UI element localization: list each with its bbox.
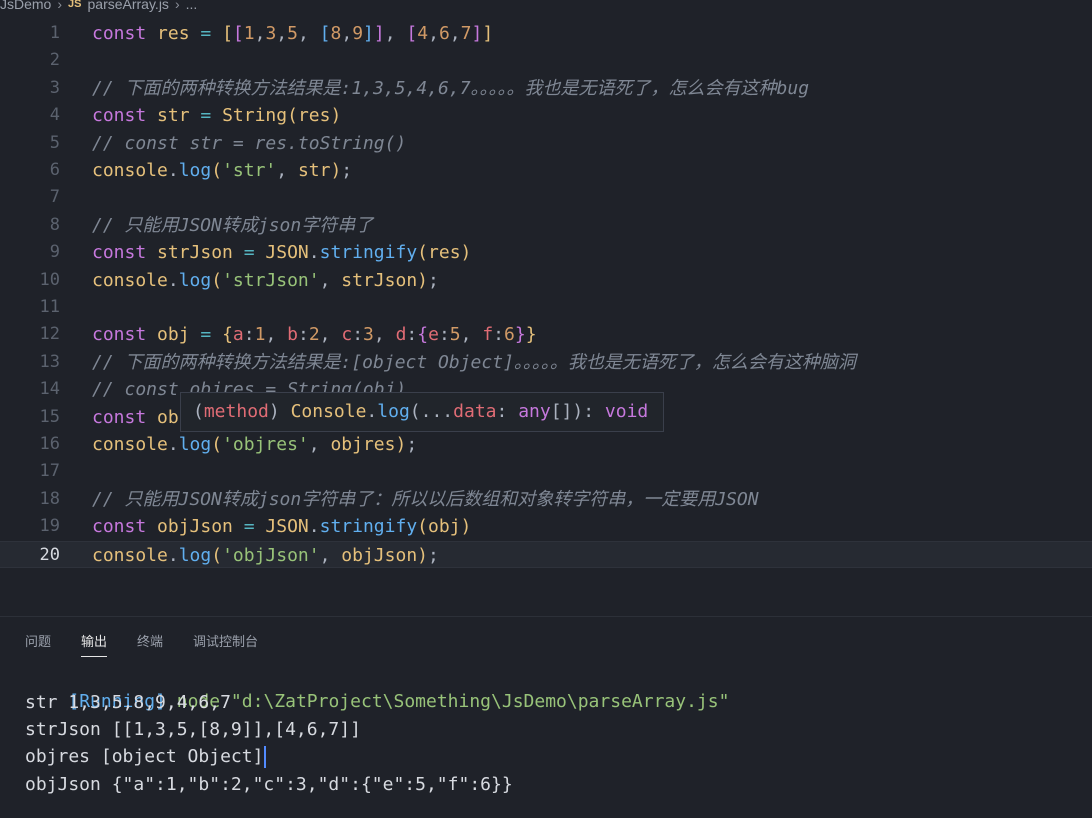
breadcrumb-folder[interactable]: JsDemo	[0, 0, 51, 12]
line-number: 9	[49, 242, 60, 263]
line-number: 3	[49, 77, 60, 98]
line-number: 8	[49, 214, 60, 235]
line-number: 12	[39, 324, 60, 345]
code-line[interactable]: 3 // 下面的两种转换方法结果是:1,3,5,4,6,7。。。。。我也是无语死了…	[0, 75, 1092, 102]
code-line[interactable]: 18 // 只能用JSON转成json字符串了：所以以后数组和对象转字符串，一定要…	[0, 486, 1092, 513]
javascript-file-icon: JS	[68, 0, 82, 10]
line-number: 15	[39, 406, 60, 427]
panel-tab[interactable]: 调试控制台	[193, 631, 258, 657]
code-text: const ob	[92, 406, 179, 428]
code-line[interactable]: 5 // const str = res.toString()	[0, 130, 1092, 157]
code-line[interactable]: 19 const objJson = JSON.stringify(obj)	[0, 513, 1092, 540]
line-number: 20	[39, 544, 60, 565]
output-line-text: objres [object Object]	[25, 746, 264, 767]
line-number: 18	[39, 488, 60, 509]
code-text: const objJson = JSON.stringify(obj)	[92, 516, 472, 538]
hover-tooltip: (method) Console.log(...data: any[]): vo…	[180, 392, 664, 432]
code-text: console.log('str', str);	[92, 160, 353, 181]
code-text: // 下面的两种转换方法结果是:1,3,5,4,6,7。。。。。我也是无语死了，…	[92, 77, 810, 99]
code-line[interactable]: 2	[0, 47, 1092, 74]
line-number: 11	[39, 297, 60, 317]
code-text: const res = [[1,3,5, [8,9]], [4,6,7]]	[92, 23, 494, 44]
text-cursor	[264, 746, 267, 768]
output-line: strJson [[1,3,5,[8,9]],[4,6,7]]	[25, 719, 361, 740]
code-line[interactable]: 20 console.log('objJson', objJson);	[0, 540, 1092, 568]
code-line[interactable]: 7	[0, 184, 1092, 211]
code-text: // 只能用JSON转成json字符串了	[92, 214, 374, 236]
code-line[interactable]: 17	[0, 458, 1092, 485]
breadcrumb: JsDemo › JS parseArray.js › ...	[0, 0, 1092, 16]
panel-tab[interactable]: 输出	[81, 631, 108, 657]
line-number: 10	[39, 269, 60, 290]
code-text: // const str = res.toString()	[92, 132, 407, 154]
line-number: 6	[49, 160, 60, 180]
chevron-right-icon: ›	[174, 0, 180, 12]
code-line[interactable]: 6 console.log('str', str);	[0, 157, 1092, 184]
code-text: const strJson = JSON.stringify(res)	[92, 242, 472, 264]
code-text: const str = String(res)	[92, 105, 342, 127]
code-text: console.log('objJson', objJson);	[92, 544, 439, 566]
line-number: 17	[39, 461, 60, 482]
code-line[interactable]: 13 // 下面的两种转换方法结果是:[object Object]。。。。。我也…	[0, 349, 1092, 376]
code-editor[interactable]: 1 const res = [[1,3,5, [8,9]], [4,6,7]] 2 3…	[0, 20, 1092, 580]
code-line[interactable]: 1 const res = [[1,3,5, [8,9]], [4,6,7]]	[0, 20, 1092, 47]
output-line: objres [object Object]	[25, 743, 267, 770]
line-number: 16	[39, 434, 60, 454]
line-number: 1	[49, 23, 60, 43]
panel-tabs: 问题 输出 终端 调试控制台	[25, 631, 288, 657]
code-line[interactable]: 16 console.log('objres', objres);	[0, 431, 1092, 458]
output-line: objJson {"a":1,"b":2,"c":3,"d":{"e":5,"f…	[25, 774, 513, 795]
line-number: 5	[49, 132, 60, 153]
panel-tab[interactable]: 终端	[137, 631, 163, 657]
line-number: 2	[49, 50, 60, 71]
code-line[interactable]: 10 console.log('strJson', strJson);	[0, 267, 1092, 294]
panel-tab[interactable]: 问题	[25, 631, 51, 657]
line-number: 14	[39, 379, 60, 400]
code-line[interactable]: 4 const str = String(res)	[0, 102, 1092, 129]
line-number: 19	[39, 516, 60, 537]
breadcrumb-file[interactable]: parseArray.js	[88, 0, 169, 12]
run-command: node "d:\ZatProject\Something\JsDemo\par…	[176, 691, 730, 712]
code-text: console.log('objres', objres);	[92, 434, 418, 455]
bottom-panel: 问题 输出 终端 调试控制台 [Running] node "d:\ZatProjec…	[0, 616, 1092, 818]
code-line[interactable]: 8 // 只能用JSON转成json字符串了	[0, 212, 1092, 239]
code-text: const obj = {a:1, b:2, c:3, d:{e:5, f:6}…	[92, 324, 537, 346]
code-text: // 只能用JSON转成json字符串了：所以以后数组和对象转字符串，一定要用J…	[92, 488, 759, 510]
output-line: str 1,3,5,8,9,4,6,7	[25, 692, 231, 713]
line-number: 13	[39, 351, 60, 372]
line-number: 4	[49, 105, 60, 126]
line-number: 7	[49, 187, 60, 208]
breadcrumb-symbols[interactable]: ...	[186, 0, 198, 12]
code-text: console.log('strJson', strJson);	[92, 269, 439, 291]
code-text: // 下面的两种转换方法结果是:[object Object]。。。。。我也是无…	[92, 351, 856, 373]
code-line[interactable]: 12 const obj = {a:1, b:2, c:3, d:{e:5, f:…	[0, 321, 1092, 348]
chevron-right-icon: ›	[57, 0, 63, 12]
code-line[interactable]: 11	[0, 294, 1092, 321]
code-line[interactable]: 9 const strJson = JSON.stringify(res)	[0, 239, 1092, 266]
